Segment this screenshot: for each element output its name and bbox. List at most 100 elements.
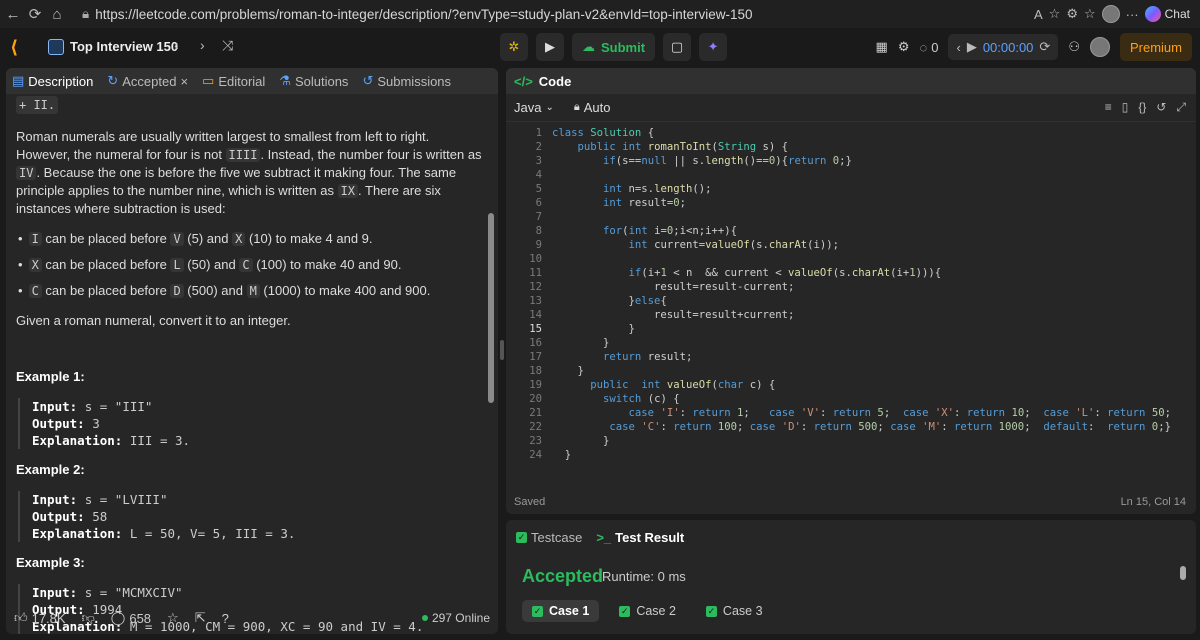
reset-icon[interactable]: ↺ — [1156, 100, 1166, 115]
settings-icon[interactable]: ⚙ — [898, 39, 910, 55]
case-tab[interactable]: ✓ Case 1 — [522, 600, 600, 622]
share-icon[interactable]: ⇱ — [195, 610, 206, 626]
next-problem-icon[interactable]: › — [200, 37, 205, 53]
output-label: Output: — [32, 416, 85, 431]
leetcode-logo-icon[interactable]: ⟨ — [10, 37, 30, 57]
bullet-part: (10) to make 4 and 9. — [245, 231, 373, 246]
ai-assist-icon[interactable]: ✦ — [699, 33, 728, 61]
scroll-thumb[interactable] — [488, 213, 494, 403]
braces-icon[interactable]: {} — [1138, 100, 1146, 115]
favorites-bar-icon[interactable]: ☆ — [1084, 6, 1096, 22]
streak-counter[interactable]: ◌ 0 — [920, 40, 939, 55]
submit-label: Submit — [601, 39, 646, 55]
format-icon[interactable]: ≡ — [1105, 100, 1112, 115]
code-line: 19 public int valueOf(char c) { — [529, 379, 776, 391]
help-icon[interactable]: ? — [222, 611, 229, 626]
language-select[interactable]: Java ⌄ — [514, 100, 554, 115]
tab-editorial[interactable]: ▭ Editorial — [202, 73, 265, 89]
description-scrollbar[interactable] — [488, 98, 494, 598]
copilot-icon — [1144, 6, 1161, 22]
run-button[interactable]: ▶ — [536, 33, 564, 61]
code-token: D — [170, 284, 184, 298]
tab-submissions[interactable]: ↺ Submissions — [362, 73, 451, 89]
example-body: Input: s = "III" Output: 3 Explanation: … — [18, 398, 484, 449]
prev-problem-icon[interactable]: ‹ — [174, 37, 179, 53]
profile-avatar[interactable] — [1101, 5, 1120, 23]
refresh-icon[interactable]: ⟳ — [24, 3, 46, 25]
saved-status: Saved — [514, 496, 546, 508]
address-bar[interactable]: 🔒︎ https://leetcode.com/problems/roman-t… — [82, 3, 962, 25]
description-tabs: ▤ Description ↻ Accepted × ▭ Editorial ⚗… — [6, 68, 498, 94]
case-tab[interactable]: ✓ Case 3 — [696, 600, 773, 622]
tab-testcase[interactable]: ✓ Testcase — [516, 530, 582, 545]
editor-tools: ≡ ▯ {} ↺ ⤢ — [1105, 100, 1186, 115]
example-explanation: Explanation: L = 50, V= 5, III = 3. — [32, 525, 484, 542]
bookmark-icon[interactable]: ▯ — [1122, 100, 1129, 115]
home-icon[interactable]: ⌂ — [46, 3, 68, 25]
notes-icon[interactable]: ▢ — [663, 33, 692, 61]
tab-accepted-label: Accepted — [122, 73, 177, 89]
comments-button[interactable]: ◯ 658 — [111, 610, 151, 626]
example-output: Output: 58 — [32, 508, 484, 525]
star-icon[interactable]: ☆ — [167, 610, 179, 626]
study-list-title[interactable]: Top Interview 150 — [70, 39, 178, 54]
code-panel-header: </> Code — [506, 68, 1196, 94]
case-tab[interactable]: ✓ Case 2 — [609, 600, 686, 622]
close-tab-icon[interactable]: × — [180, 74, 188, 89]
tab-description[interactable]: ▤ Description — [12, 73, 93, 89]
layout-icon[interactable]: ▦ — [876, 39, 888, 55]
top-snippet: + II. — [16, 96, 59, 114]
timer-widget[interactable]: ‹ ▶ 00:00:00 ⟳ — [948, 34, 1059, 60]
scroll-thumb[interactable] — [1180, 566, 1186, 580]
tab-accepted[interactable]: ↻ Accepted × — [107, 73, 188, 89]
code-line: 5 int n=s.length(); — [535, 183, 712, 195]
favorite-icon[interactable]: ☆ — [1049, 6, 1061, 22]
add-user-icon[interactable]: ⚇ — [1068, 39, 1080, 55]
comment-count: 658 — [129, 610, 152, 626]
timer-prev-icon[interactable]: ‹ — [956, 40, 960, 55]
code-token: L — [170, 258, 184, 272]
runtime-text: Runtime: 0 ms — [602, 569, 686, 584]
bullet-text: I can be placed before V (5) and X (10) … — [28, 230, 373, 248]
code-line: 7 — [535, 211, 542, 223]
case-label: Case 3 — [722, 604, 763, 618]
more-icon[interactable]: ··· — [1126, 7, 1139, 22]
url-text: https://leetcode.com/problems/roman-to-i… — [95, 6, 753, 22]
like-button[interactable]: 👍︎ 17.8K — [14, 610, 66, 626]
description-footer: 👍︎ 17.8K 👎︎ ◯ 658 ☆ ⇱ ? 297 Online — [6, 602, 498, 634]
submit-button[interactable]: ☁ Submit — [572, 33, 656, 61]
list-item: • C can be placed before D (500) and M (… — [18, 282, 484, 300]
code-line: 8 for(int i=0;i<n;i++){ — [535, 225, 738, 237]
example-title: Example 3: — [16, 555, 85, 570]
chat-label: Chat — [1164, 7, 1190, 21]
code-line: 22 case 'C': return 100; case 'D': retur… — [529, 421, 1171, 433]
premium-button[interactable]: Premium — [1119, 33, 1192, 61]
code-line: 4 — [535, 169, 542, 181]
tab-description-label: Description — [28, 73, 94, 89]
auto-mode[interactable]: 🔒︎ Auto — [574, 100, 611, 115]
example-input: Input: s = "III" — [32, 398, 484, 415]
output-value: 3 — [92, 416, 100, 431]
code-editor[interactable]: 1 class Solution { 2 public int romanToIn… — [506, 124, 1196, 484]
user-avatar[interactable] — [1089, 37, 1110, 57]
extensions-icon[interactable]: ⚙ — [1066, 6, 1078, 22]
timer-play-icon[interactable]: ▶ — [967, 39, 977, 55]
tab-solutions[interactable]: ⚗ Solutions — [279, 73, 348, 89]
expand-icon[interactable]: ⤢ — [1176, 100, 1186, 115]
tab-test-result[interactable]: >_ Test Result — [596, 530, 684, 545]
tab-editorial-label: Editorial — [218, 73, 266, 89]
read-aloud-icon[interactable]: A — [1034, 7, 1043, 22]
shuffle-icon[interactable]: ⤨ — [222, 37, 233, 54]
code-line: 1 class Solution { — [535, 127, 655, 139]
auto-mode-label: Auto — [583, 100, 611, 115]
panel-resize-handle[interactable] — [500, 340, 504, 360]
result-scrollbar[interactable] — [1180, 558, 1186, 628]
bullet-icon: • — [18, 231, 23, 246]
leetcode-topbar: ⟨ Top Interview 150 ‹ › ⤨ ✲ ▶ ☁ Submit ▢… — [0, 28, 1200, 66]
streak-count: 0 — [931, 39, 939, 55]
thumbs-down-icon[interactable]: 👎︎ — [82, 610, 95, 626]
back-icon[interactable]: ← — [2, 3, 24, 25]
timer-reset-icon[interactable]: ⟳ — [1039, 39, 1050, 55]
debug-icon[interactable]: ✲ — [500, 33, 528, 61]
copilot-chat-button[interactable]: Chat — [1144, 6, 1190, 22]
